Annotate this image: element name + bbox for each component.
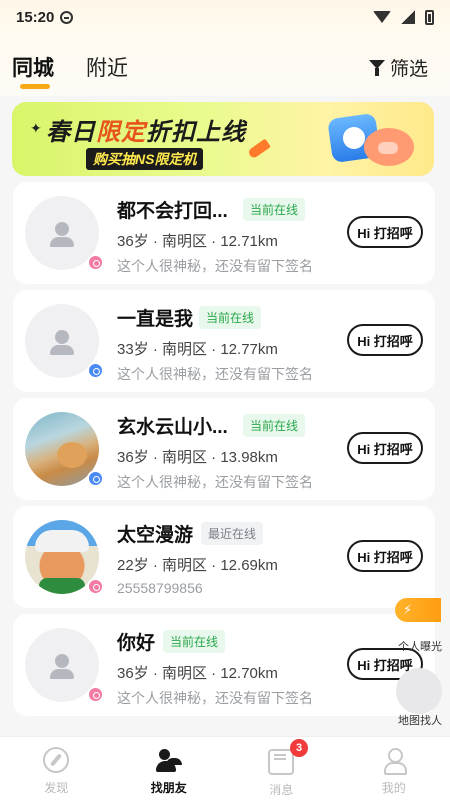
male-gender-icon xyxy=(87,470,104,487)
user-meta: 36岁 · 南明区 · 12.70km xyxy=(117,665,278,682)
top-bar: 同城 附近 筛选 xyxy=(0,34,450,96)
user-card[interactable]: 太空漫游 最近在线 22岁 · 南明区 · 12.69km 2555879985… xyxy=(13,506,435,608)
exposure-button[interactable]: ⚡ xyxy=(395,598,441,622)
status-badge: 当前在线 xyxy=(163,630,226,653)
avatar-placeholder-body xyxy=(50,237,74,247)
wifi-icon xyxy=(373,11,391,23)
compass-icon xyxy=(43,747,70,773)
user-name: 太空漫游 xyxy=(117,525,194,546)
status-bar: 15:20 xyxy=(0,0,450,34)
profile-icon xyxy=(381,747,407,775)
map-search-button[interactable] xyxy=(396,668,442,714)
bottom-nav: 发现 找朋友 消息 我的 3 xyxy=(0,736,450,800)
tab-active-indicator xyxy=(20,84,50,89)
friends-icon xyxy=(155,747,182,773)
user-card[interactable]: 一直是我 当前在线 33岁 · 南明区 · 12.77km 这个人很神秘，还没有… xyxy=(13,290,435,392)
signal-icon xyxy=(401,10,415,24)
say-hi-button[interactable]: Hi 打招呼 xyxy=(347,540,423,572)
avatar-placeholder-icon xyxy=(55,330,69,344)
avatar-placeholder-body xyxy=(50,345,74,355)
promo-banner[interactable]: ✦ 春日限定折扣上线 购买抽NS限定机 xyxy=(12,102,434,176)
banner-title: 春日限定折扣上线 xyxy=(46,112,246,147)
lightning-icon: ⚡ xyxy=(403,602,413,617)
user-bio: 25558799856 xyxy=(117,580,203,596)
nav-label: 找朋友 xyxy=(150,781,187,795)
nav-me[interactable]: 我的 xyxy=(338,737,450,800)
filter-icon xyxy=(368,59,385,76)
banner-title-part-b: 折扣上线 xyxy=(146,119,246,146)
user-bio: 这个人很神秘，还没有留下签名 xyxy=(117,366,313,382)
say-hi-button[interactable]: Hi 打招呼 xyxy=(347,432,423,464)
status-badge: 当前在线 xyxy=(243,414,306,437)
avatar-placeholder-icon xyxy=(55,654,69,668)
user-meta: 33岁 · 南明区 · 12.77km xyxy=(117,341,278,358)
avatar-placeholder-icon xyxy=(55,222,69,236)
user-name: 都不会打回... xyxy=(117,201,228,222)
message-icon xyxy=(268,749,295,775)
user-card[interactable]: 你好 当前在线 36岁 · 南明区 · 12.70km 这个人很神秘，还没有留下… xyxy=(13,614,435,716)
say-hi-button[interactable]: Hi 打招呼 xyxy=(347,216,423,248)
say-hi-button[interactable]: Hi 打招呼 xyxy=(347,324,423,356)
exposure-label: 个人曝光 xyxy=(398,641,442,653)
filter-label: 筛选 xyxy=(389,59,428,80)
user-card[interactable]: 都不会打回... 当前在线 36岁 · 南明区 · 12.71km 这个人很神秘… xyxy=(13,182,435,284)
user-name: 你好 xyxy=(117,633,156,654)
user-card[interactable]: 玄水云山小... 当前在线 36岁 · 南明区 · 13.98km 这个人很神秘… xyxy=(13,398,435,500)
status-badge: 最近在线 xyxy=(201,522,264,545)
banner-subtitle: 购买抽NS限定机 xyxy=(86,148,204,170)
tab-nearby[interactable]: 附近 xyxy=(86,52,128,82)
female-gender-icon xyxy=(87,686,104,703)
avatar-placeholder-body xyxy=(50,669,74,679)
nav-label: 我的 xyxy=(381,781,406,795)
user-name: 一直是我 xyxy=(117,309,194,330)
map-search-label: 地图找人 xyxy=(398,715,442,727)
male-gender-icon xyxy=(87,362,104,379)
user-meta: 36岁 · 南明区 · 12.71km xyxy=(117,233,278,250)
user-bio: 这个人很神秘，还没有留下签名 xyxy=(117,690,313,706)
nav-find-friends[interactable]: 找朋友 xyxy=(113,737,226,800)
filter-button[interactable]: 筛选 xyxy=(368,54,428,81)
nav-label: 发现 xyxy=(44,781,69,795)
nav-label: 消息 xyxy=(269,783,294,797)
female-gender-icon xyxy=(87,578,104,595)
user-meta: 22岁 · 南明区 · 12.69km xyxy=(117,557,278,574)
tab-city[interactable]: 同城 xyxy=(12,52,54,89)
banner-title-part-a: 春日 xyxy=(46,119,96,146)
banner-title-highlight: 限定 xyxy=(96,119,146,146)
notification-icon xyxy=(60,10,74,24)
nav-discover[interactable]: 发现 xyxy=(0,737,113,800)
rocket-icon xyxy=(247,138,271,160)
sparkle-icon: ✦ xyxy=(30,120,42,136)
user-bio: 这个人很神秘，还没有留下签名 xyxy=(117,474,313,490)
mascot-illustration xyxy=(364,128,414,166)
user-name: 玄水云山小... xyxy=(117,417,228,438)
female-gender-icon xyxy=(87,254,104,271)
unread-count-badge: 3 xyxy=(290,739,308,757)
user-meta: 36岁 · 南明区 · 13.98km xyxy=(117,449,278,466)
nav-messages[interactable]: 消息 xyxy=(225,737,338,800)
status-time: 15:20 xyxy=(16,8,55,26)
status-badge: 当前在线 xyxy=(199,306,262,329)
status-badge: 当前在线 xyxy=(243,198,306,221)
tab-city-label: 同城 xyxy=(12,57,54,80)
battery-icon xyxy=(425,9,434,25)
user-bio: 这个人很神秘，还没有留下签名 xyxy=(117,258,313,274)
